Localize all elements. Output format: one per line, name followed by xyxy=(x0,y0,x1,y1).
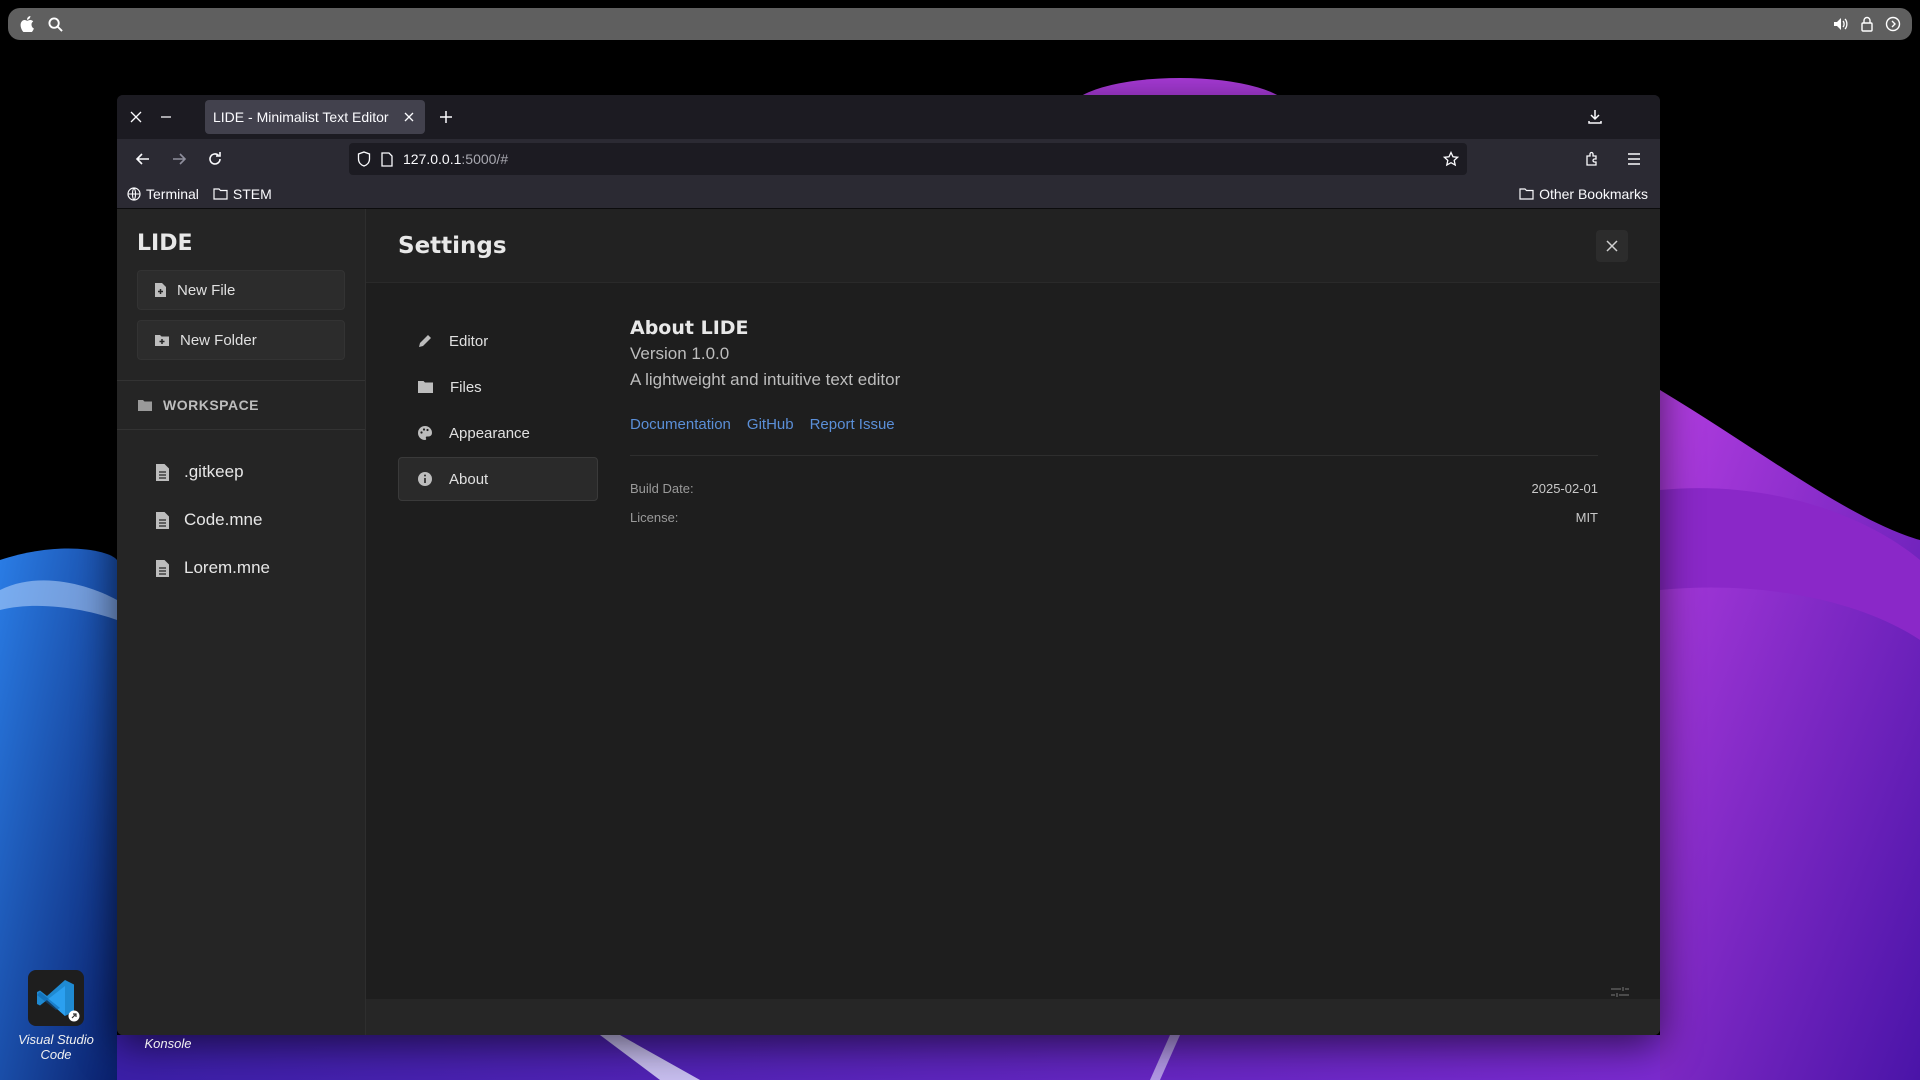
about-version: Version 1.0.0 xyxy=(630,344,730,363)
settings-nav-about[interactable]: About xyxy=(398,457,598,501)
extensions-icon[interactable] xyxy=(1574,144,1610,174)
file-plus-icon xyxy=(155,283,166,297)
about-description: A lightweight and intuitive text editor xyxy=(630,370,901,389)
about-heading: About LIDE xyxy=(630,317,749,339)
file-icon xyxy=(156,559,169,577)
search-icon[interactable] xyxy=(46,15,64,33)
status-bar xyxy=(366,999,1660,1035)
bookmarks-toolbar: Terminal STEM Other Bookmarks xyxy=(117,179,1660,209)
desktop-icon-label: Visual Studio Code xyxy=(18,1032,94,1062)
window-close-button[interactable] xyxy=(121,102,151,132)
settings-nav-label: About xyxy=(449,470,489,488)
url-host: 127.0.0.1 xyxy=(403,151,462,167)
settings-header: Settings xyxy=(366,209,1660,283)
globe-icon xyxy=(127,186,141,201)
url-path: :5000/# xyxy=(461,151,509,167)
license-row: License: MIT xyxy=(630,503,1598,532)
lide-app: LIDE New File New Folder WORKSPACE .gitk… xyxy=(117,209,1660,1035)
other-bookmarks[interactable]: Other Bookmarks xyxy=(1519,186,1648,202)
folder-plus-icon xyxy=(155,335,169,346)
about-section: About LIDE Version 1.0.0 A lightweight a… xyxy=(630,317,1598,532)
new-folder-button[interactable]: New Folder xyxy=(137,320,345,360)
hamburger-menu-icon[interactable] xyxy=(1616,144,1652,174)
file-item-lorem[interactable]: Lorem.mne xyxy=(117,544,365,592)
file-icon xyxy=(156,511,169,529)
apple-menu-icon[interactable] xyxy=(18,15,36,33)
volume-icon[interactable] xyxy=(1832,15,1850,33)
github-link[interactable]: GitHub xyxy=(747,416,794,433)
file-icon xyxy=(156,463,169,481)
forward-button[interactable] xyxy=(161,144,197,174)
bookmark-stem[interactable]: STEM xyxy=(213,186,272,202)
folder-icon xyxy=(1519,188,1534,200)
license-value: MIT xyxy=(1575,510,1598,525)
downloads-button[interactable] xyxy=(1580,102,1610,132)
about-divider xyxy=(630,455,1598,456)
settings-nav: Editor Files Appearance About xyxy=(398,319,598,503)
info-icon xyxy=(418,472,432,486)
file-item-gitkeep[interactable]: .gitkeep xyxy=(117,448,365,496)
other-bookmarks-label: Other Bookmarks xyxy=(1539,185,1648,202)
folder-icon xyxy=(138,399,152,411)
browser-window: LIDE - Minimalist Text Editor 127.0.0.1 … xyxy=(117,95,1660,1035)
desktop-icon-label: Konsole xyxy=(144,1036,192,1051)
file-list: .gitkeep Code.mne Lorem.mne xyxy=(117,430,365,592)
desktop-icon-konsole[interactable]: Konsole xyxy=(138,1036,198,1051)
new-file-button[interactable]: New File xyxy=(137,270,345,310)
system-top-bar xyxy=(8,8,1912,40)
file-name: Code.mne xyxy=(184,510,263,529)
workspace-label: WORKSPACE xyxy=(163,397,260,413)
palette-icon xyxy=(418,426,432,440)
settings-nav-label: Files xyxy=(450,378,482,396)
tab-close-icon[interactable] xyxy=(401,109,417,125)
report-issue-link[interactable]: Report Issue xyxy=(810,416,895,433)
power-icon[interactable] xyxy=(1884,15,1902,33)
build-date-row: Build Date: 2025-02-01 xyxy=(630,474,1598,503)
settings-panel: Settings Editor Files Appearance About A… xyxy=(366,209,1660,1035)
navigation-toolbar: 127.0.0.1:5000/# xyxy=(117,139,1660,179)
bookmark-terminal-label: Terminal xyxy=(146,185,199,202)
pencil-icon xyxy=(419,335,431,347)
settings-nav-label: Editor xyxy=(449,332,489,350)
about-links: Documentation GitHub Report Issue xyxy=(630,416,1598,433)
vscode-icon xyxy=(28,970,84,1026)
tab-strip: LIDE - Minimalist Text Editor xyxy=(117,95,1660,139)
lock-icon[interactable] xyxy=(1858,15,1876,33)
page-icon[interactable] xyxy=(381,151,393,167)
shield-icon[interactable] xyxy=(357,151,371,167)
settings-nav-files[interactable]: Files xyxy=(398,365,598,409)
new-file-label: New File xyxy=(177,281,236,299)
settings-nav-appearance[interactable]: Appearance xyxy=(398,411,598,455)
file-name: .gitkeep xyxy=(184,462,244,481)
folder-icon xyxy=(418,381,433,393)
file-name: Lorem.mne xyxy=(184,558,270,577)
url-bar[interactable]: 127.0.0.1:5000/# xyxy=(349,143,1467,175)
documentation-link[interactable]: Documentation xyxy=(630,416,731,433)
window-minimize-button[interactable] xyxy=(151,102,181,132)
browser-tab-active[interactable]: LIDE - Minimalist Text Editor xyxy=(205,100,425,134)
workspace-header[interactable]: WORKSPACE xyxy=(117,381,365,430)
back-button[interactable] xyxy=(125,144,161,174)
new-folder-label: New Folder xyxy=(180,331,257,349)
build-date-label: Build Date: xyxy=(630,481,694,496)
tab-title: LIDE - Minimalist Text Editor xyxy=(213,109,389,125)
app-brand: LIDE xyxy=(137,231,193,256)
folder-icon xyxy=(213,188,228,200)
sidebar: LIDE New File New Folder WORKSPACE .gitk… xyxy=(117,209,366,1035)
bookmark-star-icon[interactable] xyxy=(1443,151,1459,167)
file-item-code[interactable]: Code.mne xyxy=(117,496,365,544)
settings-nav-label: Appearance xyxy=(449,424,530,442)
link-icon xyxy=(68,1010,80,1022)
license-label: License: xyxy=(630,510,679,525)
bookmark-terminal[interactable]: Terminal xyxy=(127,186,199,202)
desktop-icon-vscode[interactable]: Visual Studio Code xyxy=(14,970,98,1062)
bookmark-stem-label: STEM xyxy=(232,185,272,202)
new-tab-button[interactable] xyxy=(431,102,461,132)
reload-button[interactable] xyxy=(197,144,233,174)
close-icon xyxy=(1606,239,1618,252)
settings-title: Settings xyxy=(398,232,507,259)
build-date-value: 2025-02-01 xyxy=(1531,481,1599,496)
settings-close-button[interactable] xyxy=(1596,229,1628,262)
settings-nav-editor[interactable]: Editor xyxy=(398,319,598,363)
